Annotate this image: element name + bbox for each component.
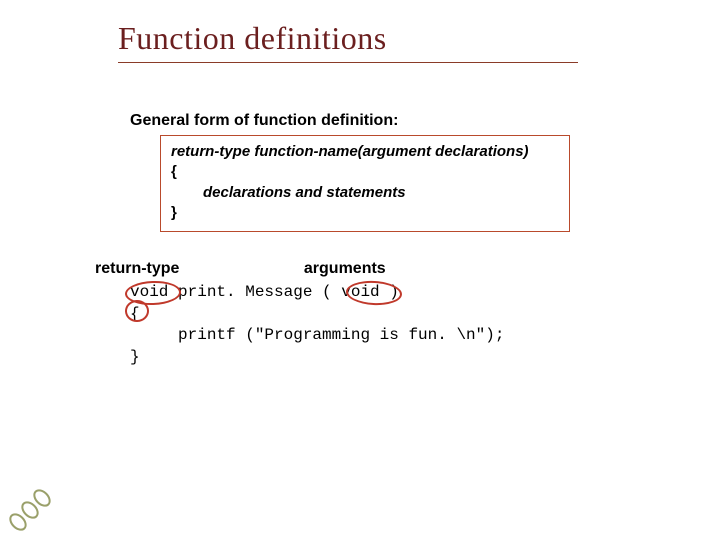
code-line-1: void print. Message ( void ) xyxy=(130,283,399,301)
slide-title: Function definitions xyxy=(118,20,387,57)
code-labels: return-type arguments xyxy=(95,260,386,278)
slide: Function definitions General form of fun… xyxy=(0,0,720,540)
code-line-4: } xyxy=(130,348,140,366)
label-arguments: arguments xyxy=(304,260,386,278)
def-signature: return-type function-name(argument decla… xyxy=(171,142,559,162)
corner-ornament-icon xyxy=(6,480,60,534)
label-return-type: return-type xyxy=(95,260,179,278)
definition-box: return-type function-name(argument decla… xyxy=(160,135,570,232)
code-line-3: printf ("Programming is fun. \n"); xyxy=(130,326,504,344)
def-body: declarations and statements xyxy=(171,183,559,203)
code-example: void print. Message ( void ) { printf ("… xyxy=(130,282,504,368)
title-underline xyxy=(118,62,578,63)
def-close-brace: } xyxy=(171,203,559,223)
def-open-brace: { xyxy=(171,162,559,182)
general-form-heading: General form of function definition: xyxy=(130,112,398,130)
code-line-2: { xyxy=(130,305,140,323)
